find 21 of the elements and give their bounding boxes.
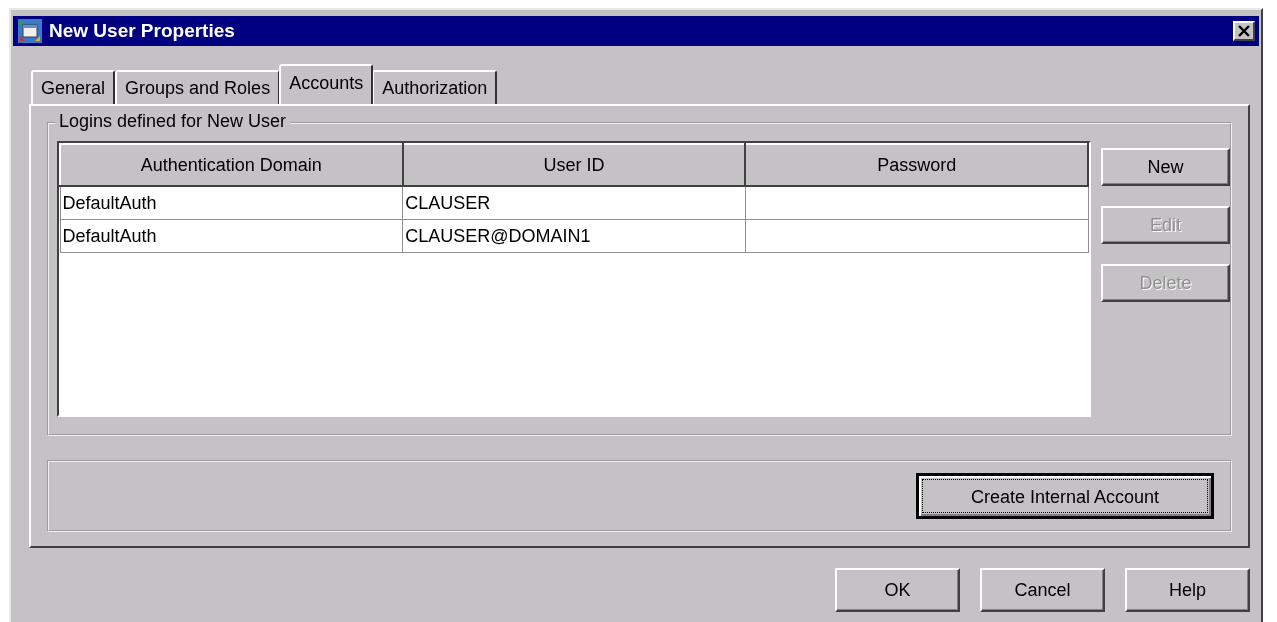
dialog-button[interactable]: Cancel [980,568,1105,612]
tab[interactable]: Authorization [372,70,498,104]
table-cell: DefaultAuth [60,186,403,220]
table-cell: CLAUSER [402,186,746,220]
table-cell: CLAUSER@DOMAIN1 [402,219,746,253]
tab[interactable]: General [31,70,116,104]
close-icon [1238,25,1250,37]
side-button[interactable]: New [1101,148,1230,186]
group-legend: Logins defined for New User [55,111,291,132]
window-icon [17,18,43,44]
tab[interactable]: Accounts [279,64,374,104]
dialog-button[interactable]: Help [1125,568,1250,612]
window-title: New User Properties [49,20,236,42]
create-account-button[interactable]: Create Internal Account [916,473,1214,519]
dialog-button[interactable]: OK [835,568,960,612]
column-header[interactable]: Password [745,144,1088,186]
table-cell: DefaultAuth [60,219,403,253]
column-header[interactable]: Authentication Domain [60,144,403,186]
tab[interactable]: Groups and Roles [115,70,281,104]
close-button[interactable] [1233,21,1255,41]
column-header[interactable]: User ID [402,144,746,186]
